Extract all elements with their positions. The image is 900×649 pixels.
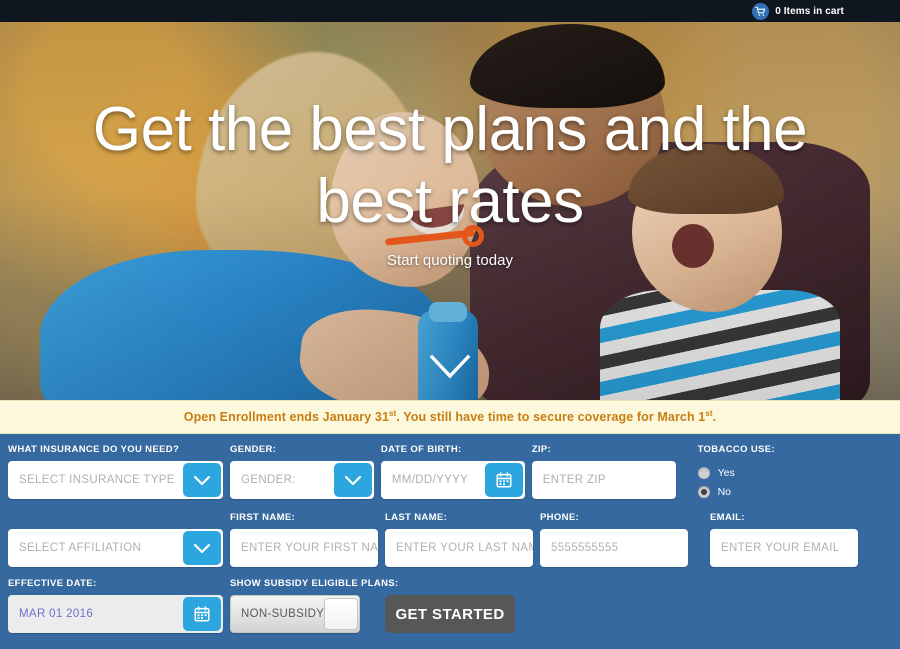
date-of-birth-label: DATE OF BIRTH: xyxy=(380,444,462,455)
insurance-type-value: SELECT INSURANCE TYPE xyxy=(19,474,175,486)
field-last-name: LAST NAME: ENTER YOUR LAST NAME xyxy=(385,512,533,567)
notice-sup-2: st xyxy=(705,409,713,419)
landing-page: 0 Items in cart Get the best plans and t… xyxy=(0,0,900,649)
first-name-label: FIRST NAME: xyxy=(230,512,296,523)
field-submit: GET STARTED xyxy=(385,578,515,633)
chevron-down-icon[interactable] xyxy=(429,354,471,380)
last-name-label: LAST NAME: xyxy=(385,512,448,523)
hero-headline: Get the best plans and the best rates xyxy=(92,95,808,236)
effective-date-value: MAR 01 2016 xyxy=(19,608,94,620)
form-row-3: EFFECTIVE DATE: MAR 01 2016 SHOW SUBSIDY… xyxy=(8,578,892,633)
zip-input[interactable]: ENTER ZIP xyxy=(531,461,676,499)
phone-input[interactable]: 5555555555 xyxy=(540,529,688,567)
zip-label: ZIP: xyxy=(531,444,552,455)
tobacco-use-option-yes[interactable]: Yes xyxy=(697,463,892,482)
email-input[interactable]: ENTER YOUR EMAIL xyxy=(710,529,858,567)
insurance-type-select[interactable]: SELECT INSURANCE TYPE xyxy=(8,461,223,499)
gender-label: GENDER: xyxy=(230,444,277,455)
notice-part-2: . You still have time to secure coverage… xyxy=(396,410,706,425)
first-name-value: ENTER YOUR FIRST NAME xyxy=(241,542,378,554)
field-date-of-birth: DATE OF BIRTH: MM/DD/YYYY xyxy=(380,444,525,499)
chevron-down-icon[interactable] xyxy=(183,531,221,565)
radio-yes[interactable] xyxy=(697,466,710,479)
radio-no-label: No xyxy=(717,485,732,498)
gender-select[interactable]: GENDER: xyxy=(230,461,374,499)
gender-value: GENDER: xyxy=(241,474,296,486)
radio-yes-label: Yes xyxy=(717,466,735,479)
get-started-button[interactable]: GET STARTED xyxy=(385,595,515,633)
notice-part-1: Open Enrollment ends January 31 xyxy=(183,410,389,425)
field-tobacco-use: TOBACCO USE: Yes No xyxy=(697,444,892,501)
subsidy-toggle-value: NON-SUBSIDY xyxy=(241,608,325,620)
hero-banner: Get the best plans and the best rates St… xyxy=(0,22,900,400)
subsidy-label: SHOW SUBSIDY ELIGIBLE PLANS: xyxy=(230,578,399,589)
date-of-birth-value: MM/DD/YYYY xyxy=(391,474,469,486)
top-utility-bar: 0 Items in cart xyxy=(0,0,900,22)
field-affiliation: SELECT AFFILIATION xyxy=(8,512,223,567)
radio-no[interactable] xyxy=(697,485,710,498)
affiliation-select[interactable]: SELECT AFFILIATION xyxy=(8,529,223,567)
field-email: EMAIL: ENTER YOUR EMAIL xyxy=(710,512,858,567)
notice-part-3: . xyxy=(712,410,717,425)
hero-subheadline: Start quoting today xyxy=(387,252,513,269)
insurance-type-label: WHAT INSURANCE DO YOU NEED? xyxy=(8,444,180,455)
form-row-1: WHAT INSURANCE DO YOU NEED? SELECT INSUR… xyxy=(8,444,892,501)
effective-date-input[interactable]: MAR 01 2016 xyxy=(8,595,223,633)
field-effective-date: EFFECTIVE DATE: MAR 01 2016 xyxy=(8,578,223,633)
field-first-name: FIRST NAME: ENTER YOUR FIRST NAME xyxy=(230,512,378,567)
hero-copy: Get the best plans and the best rates St… xyxy=(0,94,900,269)
email-label: EMAIL: xyxy=(710,512,745,523)
field-phone: PHONE: 5555555555 xyxy=(540,512,688,567)
zip-value: ENTER ZIP xyxy=(542,474,606,486)
field-zip: ZIP: ENTER ZIP xyxy=(531,444,676,499)
cart-count-label: 0 Items in cart xyxy=(775,5,844,17)
field-gender: GENDER: GENDER: xyxy=(230,444,374,499)
affiliation-value: SELECT AFFILIATION xyxy=(19,542,142,554)
open-enrollment-message: Open Enrollment ends January 31 st. You s… xyxy=(184,409,717,424)
phone-value: 5555555555 xyxy=(551,542,619,554)
chevron-down-icon[interactable] xyxy=(183,463,221,497)
quote-form: WHAT INSURANCE DO YOU NEED? SELECT INSUR… xyxy=(0,434,900,649)
last-name-input[interactable]: ENTER YOUR LAST NAME xyxy=(385,529,533,567)
tobacco-use-label: TOBACCO USE: xyxy=(697,444,775,455)
date-of-birth-input[interactable]: MM/DD/YYYY xyxy=(380,461,525,499)
subsidy-toggle-knob[interactable] xyxy=(324,598,359,630)
email-value: ENTER YOUR EMAIL xyxy=(721,542,840,554)
cart-button[interactable]: 0 Items in cart xyxy=(752,2,844,20)
calendar-icon[interactable] xyxy=(183,597,221,631)
effective-date-label: EFFECTIVE DATE: xyxy=(8,578,97,589)
field-insurance-type: WHAT INSURANCE DO YOU NEED? SELECT INSUR… xyxy=(8,444,223,499)
shopping-cart-icon xyxy=(752,2,770,20)
tobacco-use-radio-group: Yes No xyxy=(697,461,892,501)
field-subsidy: SHOW SUBSIDY ELIGIBLE PLANS: NON-SUBSIDY xyxy=(230,578,399,633)
tobacco-use-option-no[interactable]: No xyxy=(697,482,892,501)
form-row-2: SELECT AFFILIATION FIRST NAME: ENTER YOU… xyxy=(8,512,892,567)
phone-label: PHONE: xyxy=(540,512,580,523)
subsidy-toggle[interactable]: NON-SUBSIDY xyxy=(230,595,360,633)
chevron-down-icon[interactable] xyxy=(333,463,372,497)
last-name-value: ENTER YOUR LAST NAME xyxy=(396,542,533,554)
calendar-icon[interactable] xyxy=(484,463,523,497)
open-enrollment-banner: Open Enrollment ends January 31 st. You s… xyxy=(0,400,900,434)
first-name-input[interactable]: ENTER YOUR FIRST NAME xyxy=(230,529,378,567)
